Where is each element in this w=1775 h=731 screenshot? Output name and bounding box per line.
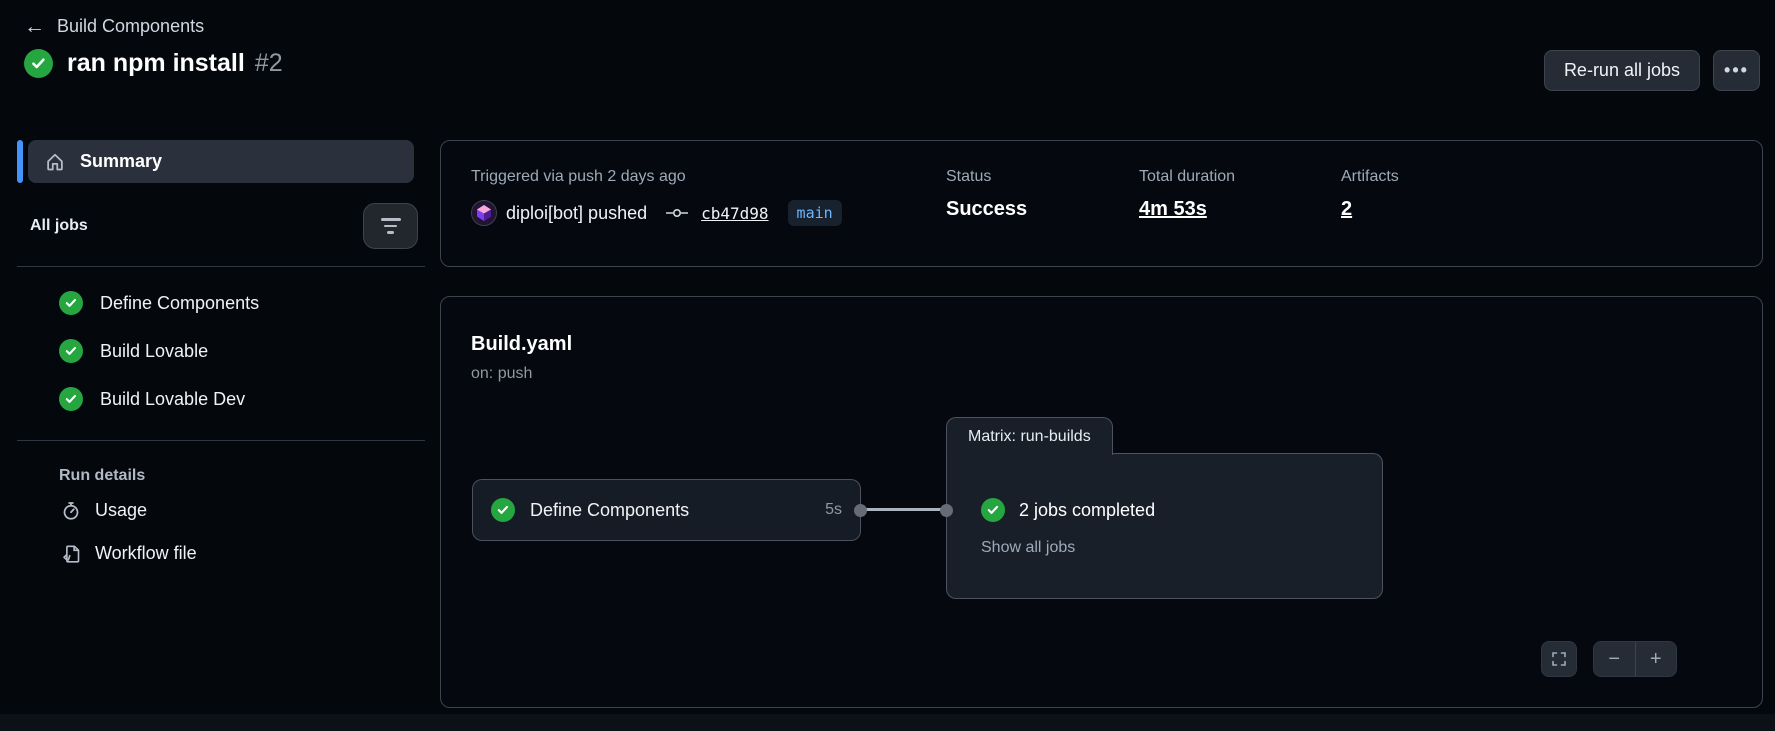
run-number: #2 [254,49,283,77]
graph-node-define-components[interactable]: Define Components 5s [472,479,861,541]
success-check-icon [24,49,53,78]
duration-column: Total duration 4m 53s [1139,168,1341,239]
artifacts-label: Artifacts [1341,168,1399,185]
status-column: Status Success [946,168,1139,239]
connector-dot [940,504,953,517]
workflow-file-title: Build.yaml [471,333,573,355]
triggered-text: Triggered via push 2 days ago [471,168,686,185]
run-summary-card: Triggered via push 2 days ago diploi[bot… [440,140,1763,267]
zoom-controls: − + [1593,641,1677,677]
job-label: Build Lovable [100,340,209,361]
success-check-icon [491,498,515,522]
matrix-status-row: 2 jobs completed [981,498,1382,522]
back-label: Build Components [57,16,205,36]
connector-dot [854,504,867,517]
main-content: Triggered via push 2 days ago diploi[bot… [440,140,1763,708]
success-check-icon [981,498,1005,522]
page-header: ← Build Components ran npm install #2 Re… [0,0,1775,91]
home-icon [45,152,65,172]
all-jobs-row: All jobs [30,203,418,249]
footer-strip [0,714,1775,731]
success-check-icon [59,339,83,363]
node-label: Define Components [530,499,690,520]
success-check-icon [59,387,83,411]
matrix-status-text: 2 jobs completed [1019,499,1156,520]
workflow-trigger-subtitle: on: push [471,365,533,382]
pusher-name: diploi[bot] pushed [506,202,648,223]
zoom-out-button[interactable]: − [1594,642,1635,676]
artifacts-count-link[interactable]: 2 [1341,198,1732,221]
sidebar-item-job-build-lovable[interactable]: Build Lovable [17,327,440,375]
artifacts-column: Artifacts 2 [1341,168,1732,239]
filter-icon [380,218,401,234]
summary-nav-wrap: Summary [17,140,414,183]
commit-icon [666,206,689,220]
status-value: Success [946,198,1028,220]
duration-value-link[interactable]: 4m 53s [1139,198,1341,221]
show-all-jobs-link[interactable]: Show all jobs [981,539,1075,557]
sidebar-item-usage[interactable]: Usage [17,489,440,532]
job-label: Build Lovable Dev [100,388,246,409]
job-label: Define Components [100,292,260,313]
zoom-in-button[interactable]: + [1634,642,1677,676]
kebab-menu-button[interactable]: ••• [1713,50,1760,91]
commit-sha-link[interactable]: cb47d98 [701,204,768,223]
sidebar-item-job-define-components[interactable]: Define Components [17,279,440,327]
fit-view-button[interactable] [1541,641,1577,677]
duration-label: Total duration [1139,168,1236,185]
fullscreen-icon [1551,651,1567,667]
sidebar-divider [17,440,425,441]
workflow-graph-card: Build.yaml on: push Define Components 5s… [440,296,1763,708]
header-actions: Re-run all jobs ••• [1543,50,1760,91]
sidebar-summary-label: Summary [80,151,163,171]
branch-badge[interactable]: main [787,200,842,226]
rerun-all-jobs-button[interactable]: Re-run all jobs [1543,50,1700,91]
detail-label: Workflow file [95,543,197,563]
trigger-column: Triggered via push 2 days ago diploi[bot… [471,168,946,239]
run-title-row: ran npm install #2 [24,49,1760,78]
sidebar-item-job-build-lovable-dev[interactable]: Build Lovable Dev [17,375,440,423]
back-link[interactable]: ← Build Components [24,16,204,37]
matrix-tab: Matrix: run-builds [946,417,1113,457]
graph-node-matrix-run-builds[interactable]: Matrix: run-builds 2 jobs completed Show… [946,417,1383,599]
all-jobs-label: All jobs [30,217,88,234]
avatar[interactable] [471,200,497,226]
sidebar-item-summary[interactable]: Summary [28,140,414,183]
main-layout: Summary All jobs Define Components Build… [0,140,1775,708]
success-check-icon [59,291,83,315]
status-label: Status [946,168,992,185]
sidebar-divider [17,266,425,267]
sidebar-item-workflow-file[interactable]: Workflow file [17,532,440,575]
detail-label: Usage [95,500,148,520]
page-title: ran npm install [67,49,245,77]
node-duration: 5s [825,501,842,518]
job-list: Define Components Build Lovable Build Lo… [17,279,440,423]
run-details-heading: Run details [59,467,146,484]
code-file-icon [61,544,81,564]
pusher-row: diploi[bot] pushed cb47d98 main [471,200,946,226]
kebab-icon: ••• [1724,60,1749,80]
active-indicator-bar [17,140,23,183]
filter-jobs-button[interactable] [363,203,418,249]
sidebar: Summary All jobs Define Components Build… [0,140,440,575]
stopwatch-icon [61,501,81,521]
graph-connector-line [861,508,946,511]
back-arrow-icon: ← [24,15,45,38]
